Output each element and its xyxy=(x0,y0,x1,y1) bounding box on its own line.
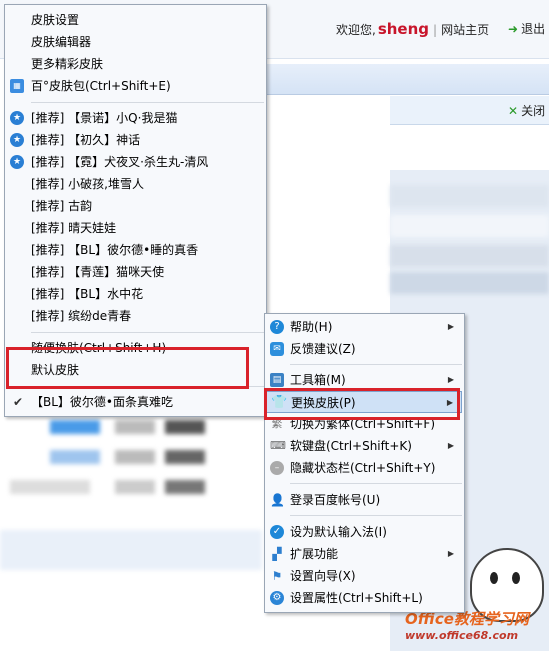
exit-label: 退出 xyxy=(521,22,546,36)
menu-item-extensions[interactable]: ▞ 扩展功能 ▶ xyxy=(265,543,462,565)
menu-item-label: [推荐] 【霓】犬夜叉·杀生丸-清风 xyxy=(31,155,209,169)
feedback-icon: ✉ xyxy=(270,342,284,356)
table-row xyxy=(390,272,549,294)
menu-item-label: [推荐] 【青莲】猫咪天使 xyxy=(31,265,165,279)
keyboard-icon: ⌨ xyxy=(270,439,286,452)
checkmark-icon: ✔ xyxy=(12,395,24,409)
menu-item-label: [推荐] 古韵 xyxy=(31,199,93,213)
menu-item-label: [推荐] 【景诺】小Q·我是猫 xyxy=(31,111,178,125)
menu-item-hide-statusbar[interactable]: – 隐藏状态栏(Ctrl+Shift+Y) xyxy=(265,457,462,479)
watermark-url: www.office68.com xyxy=(405,629,519,642)
highlight-box-default-skin xyxy=(6,347,249,389)
close-icon: ✕ xyxy=(508,104,519,118)
menu-item-more-skins[interactable]: 更多精彩皮肤 xyxy=(5,53,264,75)
site-home-link[interactable]: 网站主页 xyxy=(441,23,489,37)
menu-item-recommended[interactable]: [推荐] 【BL】水中花 xyxy=(5,283,264,305)
menu-item-label: 设为默认输入法(I) xyxy=(290,525,387,539)
menu-item-label: [推荐] 晴天娃娃 xyxy=(31,221,117,235)
menu-item-set-default[interactable]: ✓ 设为默认输入法(I) xyxy=(265,521,462,543)
watermark: Office教程学习网 www.office68.com xyxy=(405,608,545,648)
menu-item-label: [推荐] 【BL】水中花 xyxy=(31,287,144,301)
menu-item-label: 【BL】彼尔德•面条真难吃 xyxy=(31,395,173,409)
settings-icon: ⚙ xyxy=(270,591,284,605)
menu-item-feedback[interactable]: ✉ 反馈建议(Z) xyxy=(265,338,462,360)
user-icon: 👤 xyxy=(270,493,285,507)
extension-icon: ▞ xyxy=(272,547,282,561)
hide-icon: – xyxy=(270,461,284,475)
star-icon: ★ xyxy=(10,111,24,125)
menu-item-label: 帮助(H) xyxy=(290,320,333,334)
highlight-box-change-skin xyxy=(264,388,460,420)
menu-item-label: 设置向导(X) xyxy=(290,569,356,583)
menu-item-label: [推荐] 缤纷de青春 xyxy=(31,309,132,323)
username: sheng xyxy=(377,20,430,38)
menu-item-help[interactable]: ? 帮助(H) ▶ xyxy=(265,316,462,338)
menu-item-label: 百°皮肤包(Ctrl+Shift+E) xyxy=(31,79,171,93)
menu-item-label: 皮肤编辑器 xyxy=(31,35,92,49)
toolbar-strip xyxy=(264,64,549,95)
menu-item-recommended[interactable]: ★ [推荐] 【初久】神话 xyxy=(5,129,264,151)
menu-item-skin-pack[interactable]: ▦ 百°皮肤包(Ctrl+Shift+E) xyxy=(5,75,264,97)
menu-separator xyxy=(31,102,264,103)
toolbox-icon: ▤ xyxy=(270,373,284,387)
help-icon: ? xyxy=(270,320,284,334)
table-row xyxy=(390,185,549,207)
menu-item-recommended[interactable]: [推荐] 古韵 xyxy=(5,195,264,217)
menu-item-recommended[interactable]: [推荐] 【青莲】猫咪天使 xyxy=(5,261,264,283)
menu-item-label: 更多精彩皮肤 xyxy=(31,57,104,71)
menu-item-setup-wizard[interactable]: ⚑ 设置向导(X) xyxy=(265,565,462,587)
blurred-content xyxy=(0,410,262,520)
menu-item-recommended[interactable]: [推荐] 缤纷de青春 xyxy=(5,305,264,327)
menu-item-skin-editor[interactable]: 皮肤编辑器 xyxy=(5,31,264,53)
blurred-footer xyxy=(0,530,262,570)
star-icon: ★ xyxy=(10,133,24,147)
menu-item-label: [推荐] 【BL】彼尔德•睡的真香 xyxy=(31,243,199,257)
close-button[interactable]: ✕ 关闭 xyxy=(508,102,545,119)
menu-item-label: 软键盘(Ctrl+Shift+K) xyxy=(290,439,412,453)
menu-item-label: 反馈建议(Z) xyxy=(290,342,356,356)
menu-item-skin-settings[interactable]: 皮肤设置 xyxy=(5,9,264,31)
context-menu: ? 帮助(H) ▶ ✉ 反馈建议(Z) ▤ 工具箱(M) ▶ 👕 更换皮肤(P) ▶ 繁切换为… xyxy=(264,313,465,613)
menu-item-label: 隐藏状态栏(Ctrl+Shift+Y) xyxy=(290,461,436,475)
header-separator: | xyxy=(433,23,438,37)
submenu-arrow-icon: ▶ xyxy=(447,441,454,450)
menu-item-recommended[interactable]: [推荐] 晴天娃娃 xyxy=(5,217,264,239)
exit-icon: ➜ xyxy=(508,22,519,36)
menu-item-label: [推荐] 小破孩,堆雪人 xyxy=(31,177,144,191)
menu-item-current-skin[interactable]: ✔ 【BL】彼尔德•面条真难吃 xyxy=(5,391,264,413)
menu-item-recommended[interactable]: ★ [推荐] 【霓】犬夜叉·杀生丸-清风 xyxy=(5,151,264,173)
menu-item-label: [推荐] 【初久】神话 xyxy=(31,133,141,147)
menu-item-label: 设置属性(Ctrl+Shift+L) xyxy=(290,591,423,605)
menu-separator xyxy=(290,483,462,484)
menu-item-label: 登录百度帐号(U) xyxy=(290,493,381,507)
menu-item-login-baidu[interactable]: 👤 登录百度帐号(U) xyxy=(265,489,462,511)
table-row xyxy=(390,245,549,267)
menu-item-recommended[interactable]: [推荐] 小破孩,堆雪人 xyxy=(5,173,264,195)
menu-item-settings[interactable]: ⚙ 设置属性(Ctrl+Shift+L) xyxy=(265,587,462,609)
welcome-text: 欢迎您, xyxy=(336,23,376,37)
star-icon: ★ xyxy=(10,155,24,169)
close-label: 关闭 xyxy=(521,104,546,118)
menu-separator xyxy=(31,332,264,333)
menu-item-recommended[interactable]: ★ [推荐] 【景诺】小Q·我是猫 xyxy=(5,107,264,129)
submenu-arrow-icon: ▶ xyxy=(447,549,454,558)
exit-link[interactable]: ➜ 退出 xyxy=(508,20,545,37)
menu-item-recommended[interactable]: [推荐] 【BL】彼尔德•睡的真香 xyxy=(5,239,264,261)
menu-item-soft-keyboard[interactable]: ⌨ 软键盘(Ctrl+Shift+K) ▶ xyxy=(265,435,462,457)
welcome-bar: 欢迎您, sheng | 网站主页 xyxy=(336,20,489,38)
submenu-arrow-icon: ▶ xyxy=(447,322,454,331)
flag-icon: ⚑ xyxy=(271,569,283,583)
menu-item-label: 扩展功能 xyxy=(290,547,339,561)
menu-item-label: 工具箱(M) xyxy=(290,373,346,387)
menu-item-label: 皮肤设置 xyxy=(31,13,80,27)
skin-pack-icon: ▦ xyxy=(10,79,24,93)
menu-separator xyxy=(290,515,462,516)
table-row xyxy=(390,215,549,237)
menu-separator xyxy=(290,364,462,365)
check-circle-icon: ✓ xyxy=(270,525,284,539)
